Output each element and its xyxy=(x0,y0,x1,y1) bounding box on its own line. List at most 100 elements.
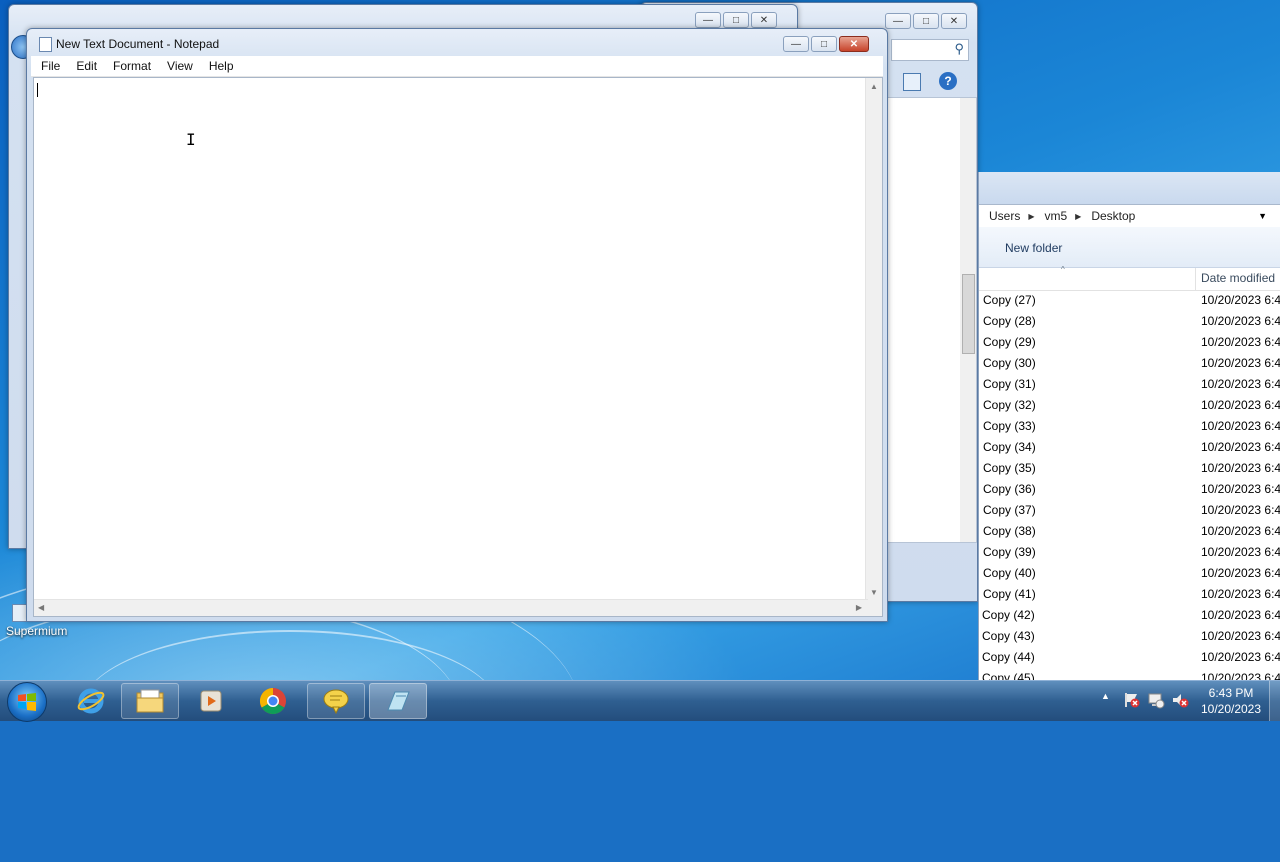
taskbar-file-explorer[interactable] xyxy=(121,683,179,719)
column-divider[interactable] xyxy=(1195,268,1196,290)
search-box[interactable]: ⚲ xyxy=(891,39,969,61)
file-list-item[interactable]: Copy (33) 10/20/2023 6:4( xyxy=(979,415,1280,436)
file-list-item[interactable]: Copy (29) 10/20/2023 6:4( xyxy=(979,331,1280,352)
file-list-item[interactable]: Copy (41) 10/20/2023 6:4( xyxy=(979,583,1280,604)
taskbar-notepad[interactable] xyxy=(369,683,427,719)
menu-help[interactable]: Help xyxy=(203,59,240,73)
breadcrumb-item[interactable]: Users xyxy=(989,209,1020,223)
action-center-flag-icon[interactable] xyxy=(1123,691,1141,712)
desktop-icon-label[interactable]: Supermium xyxy=(6,624,67,638)
file-date-modified: 10/20/2023 6:4( xyxy=(1201,670,1280,681)
file-list-item[interactable]: Copy (32) 10/20/2023 6:4( xyxy=(979,394,1280,415)
breadcrumb-arrow-icon: ▶ xyxy=(1028,211,1035,221)
network-icon[interactable] xyxy=(1147,691,1165,712)
file-list-item[interactable]: Copy (31) 10/20/2023 6:4( xyxy=(979,373,1280,394)
file-list-item[interactable]: hi - Copy (44) 10/20/2023 6:4( xyxy=(979,646,1280,667)
file-name: Copy (35) xyxy=(983,460,1036,475)
file-name: Copy (36) xyxy=(983,481,1036,496)
scroll-left-arrow-icon[interactable]: ◀ xyxy=(38,603,44,612)
file-list-item[interactable]: Copy (27) 10/20/2023 6:4( xyxy=(979,289,1280,310)
breadcrumb-item[interactable]: Desktop xyxy=(1091,209,1135,223)
size-grip[interactable] xyxy=(866,600,882,616)
taskbar-media-player[interactable] xyxy=(182,683,240,719)
close-button[interactable]: ✕ xyxy=(839,36,869,52)
window-controls: — □ ✕ xyxy=(695,12,777,28)
file-list-item[interactable]: hi - Copy (45) 10/20/2023 6:4( xyxy=(979,667,1280,681)
file-date-modified: 10/20/2023 6:4( xyxy=(1201,565,1280,580)
scrollbar-thumb[interactable] xyxy=(962,274,975,354)
taskbar-internet-explorer[interactable] xyxy=(62,683,120,719)
file-date-modified: 10/20/2023 6:4( xyxy=(1201,607,1280,622)
desktop-explorer-window[interactable]: Users ▶ vm5 ▶ Desktop ▼ New folder ^ Dat… xyxy=(978,172,1280,680)
file-date-modified: 10/20/2023 6:4( xyxy=(1201,523,1280,538)
scroll-right-arrow-icon[interactable]: ▶ xyxy=(856,603,862,612)
file-date-modified: 10/20/2023 6:4( xyxy=(1201,502,1280,517)
minimize-button[interactable]: — xyxy=(885,13,911,29)
notepad-app-icon xyxy=(39,37,52,52)
scroll-up-arrow-icon[interactable]: ▲ xyxy=(870,82,878,91)
menu-edit[interactable]: Edit xyxy=(70,59,103,73)
taskbar-chrome[interactable] xyxy=(244,683,302,719)
notepad-window[interactable]: New Text Document - Notepad — □ ✕ File E… xyxy=(26,28,888,622)
close-button[interactable]: ✕ xyxy=(751,12,777,28)
file-name: Copy (29) xyxy=(983,334,1036,349)
menu-view[interactable]: View xyxy=(161,59,199,73)
volume-muted-icon[interactable] xyxy=(1171,691,1189,712)
file-list-item[interactable]: Copy (28) 10/20/2023 6:4( xyxy=(979,310,1280,331)
maximize-button[interactable]: □ xyxy=(913,13,939,29)
notepad-icon xyxy=(387,691,410,711)
show-desktop-button[interactable] xyxy=(1269,681,1280,721)
show-hidden-icons-arrow-icon[interactable]: ▲ xyxy=(1101,691,1110,701)
file-name: hi - Copy (44) xyxy=(979,649,1035,664)
file-date-modified: 10/20/2023 6:4( xyxy=(1201,649,1280,664)
windows-logo-icon xyxy=(18,693,36,711)
start-button[interactable] xyxy=(7,682,47,722)
file-list-item[interactable]: Copy (38) 10/20/2023 6:4( xyxy=(979,520,1280,541)
breadcrumb-item[interactable]: vm5 xyxy=(1045,209,1068,223)
file-list-item[interactable]: Copy (35) 10/20/2023 6:4( xyxy=(979,457,1280,478)
date-modified-column-header[interactable]: Date modified xyxy=(1201,271,1275,285)
window-title: New Text Document - Notepad xyxy=(56,37,220,51)
file-name: Copy (41) xyxy=(983,586,1036,601)
search-icon: ⚲ xyxy=(954,41,964,56)
close-button[interactable]: ✕ xyxy=(941,13,967,29)
taskbar-chat-app[interactable] xyxy=(307,683,365,719)
new-folder-button[interactable]: New folder xyxy=(1005,241,1062,255)
file-list-item[interactable]: Copy (39) 10/20/2023 6:4( xyxy=(979,541,1280,562)
file-explorer-icon xyxy=(136,689,164,713)
vertical-scrollbar[interactable] xyxy=(960,98,976,542)
file-date-modified: 10/20/2023 6:4( xyxy=(1201,397,1280,412)
file-list-item[interactable]: Copy (37) 10/20/2023 6:4( xyxy=(979,499,1280,520)
vertical-scrollbar[interactable]: ▲ ▼ xyxy=(865,78,882,601)
file-list-item[interactable]: Copy (40) 10/20/2023 6:4( xyxy=(979,562,1280,583)
maximize-button[interactable]: □ xyxy=(811,36,837,52)
file-list-item[interactable]: Copy (36) 10/20/2023 6:4( xyxy=(979,478,1280,499)
menu-file[interactable]: File xyxy=(35,59,66,73)
minimize-button[interactable]: — xyxy=(783,36,809,52)
file-list-partial xyxy=(881,97,977,543)
menu-format[interactable]: Format xyxy=(107,59,157,73)
file-list-item[interactable]: Copy (30) 10/20/2023 6:4( xyxy=(979,352,1280,373)
system-clock[interactable]: 6:43 PM 10/20/2023 xyxy=(1196,685,1266,717)
file-list-item[interactable]: hi - Copy (43) 10/20/2023 6:4( xyxy=(979,625,1280,646)
file-list-item[interactable]: hi - Copy (42) 10/20/2023 6:4( xyxy=(979,604,1280,625)
file-name: hi - Copy (42) xyxy=(979,607,1035,622)
horizontal-scrollbar[interactable]: ◀ ▶ xyxy=(34,599,868,616)
file-name: Copy (38) xyxy=(983,523,1036,538)
file-list-item[interactable]: Copy (34) 10/20/2023 6:4( xyxy=(979,436,1280,457)
text-editor-area[interactable]: I ▲ ▼ ◀ ▶ xyxy=(33,77,883,617)
maximize-button[interactable]: □ xyxy=(723,12,749,28)
breadcrumb-arrow-icon: ▶ xyxy=(1075,211,1082,221)
file-name: Copy (40) xyxy=(983,565,1036,580)
address-dropdown-icon[interactable]: ▼ xyxy=(1258,211,1267,221)
help-icon[interactable]: ? xyxy=(939,72,957,90)
file-date-modified: 10/20/2023 6:4( xyxy=(1201,460,1280,475)
text-caret xyxy=(37,83,38,97)
file-name: hi - Copy (45) xyxy=(979,670,1035,681)
media-player-icon xyxy=(200,690,222,712)
file-date-modified: 10/20/2023 6:4( xyxy=(1201,313,1280,328)
address-bar[interactable]: Users ▶ vm5 ▶ Desktop ▼ xyxy=(979,204,1280,228)
scroll-down-arrow-icon[interactable]: ▼ xyxy=(870,588,878,597)
preview-pane-icon[interactable] xyxy=(903,73,921,91)
minimize-button[interactable]: — xyxy=(695,12,721,28)
